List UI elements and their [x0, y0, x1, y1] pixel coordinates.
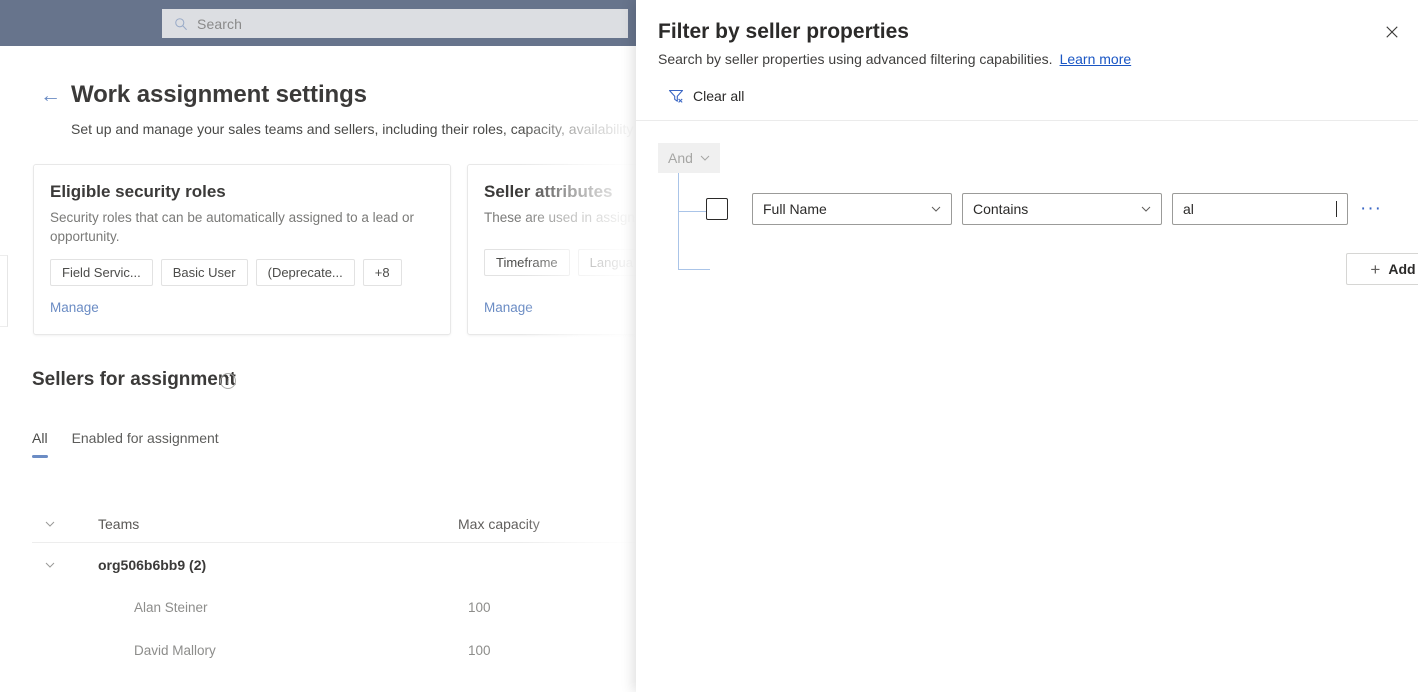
clear-filter-icon: [668, 89, 684, 103]
filter-row-overflow-menu[interactable]: ···: [1360, 199, 1382, 218]
sellers-section-heading: Sellers for assignment: [32, 369, 236, 390]
manage-seller-attributes-link[interactable]: Manage: [484, 300, 533, 315]
back-arrow-icon[interactable]: ←: [40, 85, 62, 106]
table-header-row: Teams Max capacity: [32, 505, 732, 543]
logical-operator-label: And: [668, 150, 693, 166]
tree-connector-branch: [678, 211, 708, 212]
close-icon[interactable]: [1374, 14, 1410, 50]
seller-capacity: 100: [468, 600, 491, 615]
panel-subtitle-text: Search by seller properties using advanc…: [658, 51, 1053, 67]
chevron-down-icon[interactable]: [32, 560, 68, 570]
learn-more-link[interactable]: Learn more: [1060, 51, 1132, 67]
add-button-label: Add: [1388, 261, 1416, 277]
page-title: Work assignment settings: [71, 81, 367, 108]
panel-divider: [636, 120, 1418, 121]
filter-operator-dropdown[interactable]: Contains: [962, 193, 1162, 225]
table-row[interactable]: org506b6bb9 (2): [32, 543, 732, 586]
security-role-pill[interactable]: (Deprecate...: [255, 259, 355, 286]
sellers-table: Teams Max capacity org506b6bb9 (2) Alan …: [32, 505, 732, 672]
seller-attribute-pill[interactable]: Timeframe: [484, 249, 570, 276]
security-role-pill[interactable]: Basic User: [160, 259, 248, 286]
column-header-max-capacity[interactable]: Max capacity: [458, 516, 568, 532]
tree-connector-trunk: [678, 173, 679, 270]
filter-by-seller-properties-panel: Filter by seller properties Search by se…: [636, 0, 1418, 692]
manage-security-roles-link[interactable]: Manage: [50, 300, 99, 315]
tab-all[interactable]: All: [32, 430, 48, 458]
seller-name: David Mallory: [134, 643, 216, 658]
chevron-down-icon[interactable]: [32, 519, 68, 529]
chevron-down-icon: [700, 155, 710, 161]
security-role-overflow-pill[interactable]: +8: [362, 259, 402, 286]
table-row[interactable]: Alan Steiner 100: [32, 586, 732, 629]
tree-connector-branch: [678, 269, 710, 270]
sidebar-collapsed-edge[interactable]: [0, 255, 8, 327]
search-placeholder: Search: [197, 15, 242, 32]
text-caret: [1336, 201, 1337, 217]
clear-all-label: Clear all: [693, 88, 745, 104]
plus-icon: +: [1370, 259, 1381, 279]
search-icon: [175, 17, 187, 30]
add-filter-button[interactable]: + Add: [1346, 253, 1418, 285]
filter-attribute-value: Full Name: [763, 201, 827, 217]
filter-row-checkbox[interactable]: [706, 198, 728, 220]
logical-operator-dropdown[interactable]: And: [658, 143, 720, 173]
sellers-tab-list: All Enabled for assignment: [32, 430, 219, 458]
security-role-pill-row: Field Servic... Basic User (Deprecate...…: [50, 259, 402, 286]
card-title: Seller attributes: [484, 182, 613, 201]
security-role-pill[interactable]: Field Servic...: [50, 259, 153, 286]
filter-condition-row: Full Name Contains al ···: [706, 193, 1382, 225]
seller-capacity: 100: [468, 643, 491, 658]
clear-all-button[interactable]: Clear all: [668, 88, 744, 104]
filter-value-input[interactable]: al: [1172, 193, 1348, 225]
column-header-teams[interactable]: Teams: [68, 516, 458, 532]
filter-value-text: al: [1183, 201, 1194, 217]
seller-attribute-pill[interactable]: Langua: [577, 249, 646, 276]
card-title: Eligible security roles: [50, 182, 226, 201]
table-row[interactable]: David Mallory 100: [32, 629, 732, 672]
seller-attribute-pill-row: Timeframe Langua: [484, 249, 646, 276]
panel-subtitle: Search by seller properties using advanc…: [658, 51, 1131, 67]
tab-enabled-for-assignment[interactable]: Enabled for assignment: [72, 430, 219, 458]
seller-name: Alan Steiner: [134, 600, 208, 615]
filter-operator-value: Contains: [973, 201, 1029, 217]
info-icon[interactable]: i: [220, 373, 236, 389]
card-eligible-security-roles: Eligible security roles Security roles t…: [33, 164, 451, 335]
search-input[interactable]: Search: [162, 9, 628, 38]
chevron-down-icon: [1141, 206, 1151, 212]
chevron-down-icon: [931, 206, 941, 212]
team-name: org506b6bb9 (2): [98, 556, 207, 573]
card-description: Security roles that can be automatically…: [50, 210, 414, 244]
filter-attribute-dropdown[interactable]: Full Name: [752, 193, 952, 225]
panel-title: Filter by seller properties: [658, 20, 909, 43]
page-subtitle: Set up and manage your sales teams and s…: [71, 121, 646, 137]
